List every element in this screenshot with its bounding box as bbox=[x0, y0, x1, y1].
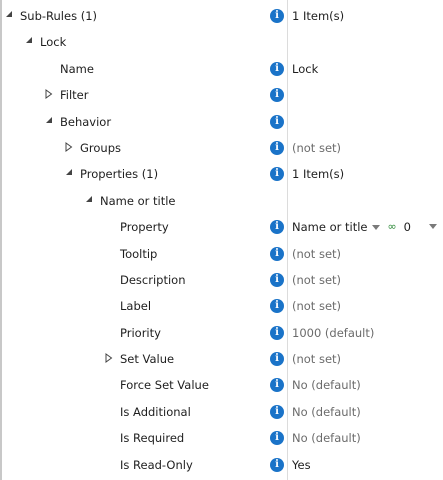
row-name-or-title[interactable]: Name or title bbox=[0, 188, 443, 214]
row-label: Properties (1) bbox=[80, 167, 159, 182]
row-value[interactable]: (not set) bbox=[292, 141, 341, 155]
info-icon[interactable]: i bbox=[270, 272, 284, 287]
row-label: Name bbox=[60, 61, 94, 76]
row-value[interactable]: Lock bbox=[292, 62, 318, 76]
row-sub-rules[interactable]: Sub-Rules (1) i 1 Item(s) bbox=[0, 3, 443, 29]
row-set-value[interactable]: Set Value i (not set) bbox=[0, 346, 443, 372]
info-icon[interactable]: i bbox=[270, 378, 284, 393]
triangle-down-icon[interactable] bbox=[85, 195, 95, 207]
info-icon[interactable]: i bbox=[270, 114, 284, 129]
row-label: Lock bbox=[40, 35, 67, 50]
row-value[interactable]: (not set) bbox=[292, 273, 341, 287]
info-icon[interactable]: i bbox=[270, 299, 284, 314]
row-value[interactable]: (not set) bbox=[292, 247, 341, 261]
info-icon[interactable]: i bbox=[270, 88, 284, 103]
row-label: Is Additional bbox=[120, 404, 191, 419]
row-behavior[interactable]: Behavior i bbox=[0, 109, 443, 135]
row-label: Filter bbox=[60, 88, 89, 103]
triangle-right-icon[interactable] bbox=[105, 353, 115, 365]
info-icon[interactable]: i bbox=[270, 325, 284, 340]
row-name[interactable]: Name i Lock bbox=[0, 56, 443, 82]
row-label: Is Required bbox=[120, 431, 185, 446]
row-description[interactable]: Description i (not set) bbox=[0, 267, 443, 293]
row-lock[interactable]: Lock bbox=[0, 29, 443, 55]
info-icon[interactable]: i bbox=[270, 404, 284, 419]
row-is-required[interactable]: Is Required i No (default) bbox=[0, 425, 443, 451]
row-label-prop[interactable]: Label i (not set) bbox=[0, 293, 443, 319]
row-value[interactable]: 1 Item(s) bbox=[292, 9, 344, 23]
triangle-right-icon[interactable] bbox=[45, 89, 55, 101]
row-label: Label bbox=[120, 299, 152, 314]
row-properties[interactable]: Properties (1) i 1 Item(s) bbox=[0, 161, 443, 187]
triangle-down-icon[interactable] bbox=[65, 168, 75, 180]
row-value[interactable]: Yes bbox=[292, 458, 311, 472]
row-value[interactable]: 1 Item(s) bbox=[292, 167, 344, 181]
row-label: Set Value bbox=[120, 352, 175, 367]
info-icon[interactable]: i bbox=[270, 140, 284, 155]
row-value[interactable]: 1000 (default) bbox=[292, 326, 374, 340]
row-groups[interactable]: Groups i (not set) bbox=[0, 135, 443, 161]
row-value[interactable]: No (default) bbox=[292, 431, 361, 445]
info-icon[interactable]: i bbox=[270, 246, 284, 261]
triangle-down-icon[interactable] bbox=[5, 10, 15, 22]
info-icon[interactable]: i bbox=[270, 220, 284, 235]
row-label: Tooltip bbox=[120, 246, 158, 261]
triangle-down-icon[interactable] bbox=[25, 36, 35, 48]
row-label: Sub-Rules (1) bbox=[20, 9, 98, 23]
property-select[interactable]: Name or title ∞ 0 bbox=[292, 218, 411, 236]
row-priority[interactable]: Priority i 1000 (default) bbox=[0, 320, 443, 346]
row-is-read-only[interactable]: Is Read-Only i Yes bbox=[0, 452, 443, 478]
row-label: Is Read-Only bbox=[120, 457, 193, 472]
row-force-set-value[interactable]: Force Set Value i No (default) bbox=[0, 372, 443, 398]
row-label: Priority bbox=[120, 325, 161, 340]
info-icon[interactable]: i bbox=[270, 352, 284, 367]
row-label: Groups bbox=[80, 140, 122, 155]
triangle-down-icon[interactable] bbox=[45, 116, 55, 128]
info-icon[interactable]: i bbox=[270, 167, 284, 182]
row-value[interactable]: No (default) bbox=[292, 405, 361, 419]
chevron-down-icon[interactable] bbox=[371, 224, 380, 230]
row-tooltip[interactable]: Tooltip i (not set) bbox=[0, 241, 443, 267]
row-value[interactable]: (not set) bbox=[292, 299, 341, 313]
property-select-value[interactable]: Name or title bbox=[292, 220, 368, 234]
row-label: Description bbox=[120, 272, 186, 287]
row-filter[interactable]: Filter i bbox=[0, 82, 443, 108]
link-icon[interactable]: ∞ bbox=[388, 220, 397, 234]
info-icon[interactable]: i bbox=[270, 9, 284, 23]
info-icon[interactable]: i bbox=[270, 61, 284, 76]
row-label: Property bbox=[120, 220, 169, 235]
row-label: Name or title bbox=[100, 193, 176, 208]
row-label: Behavior bbox=[60, 114, 112, 129]
info-icon[interactable]: i bbox=[270, 457, 284, 472]
row-value[interactable]: No (default) bbox=[292, 378, 361, 392]
row-value[interactable]: (not set) bbox=[292, 352, 341, 366]
row-property[interactable]: Property i Name or title ∞ 0 bbox=[0, 214, 443, 240]
info-icon[interactable]: i bbox=[270, 431, 284, 446]
property-grid: Sub-Rules (1) i 1 Item(s) Lock Name i Lo… bbox=[0, 3, 443, 478]
row-is-additional[interactable]: Is Additional i No (default) bbox=[0, 399, 443, 425]
property-extra-value[interactable]: 0 bbox=[404, 220, 411, 234]
chevron-down-icon[interactable] bbox=[429, 224, 437, 230]
row-label: Force Set Value bbox=[120, 378, 209, 393]
triangle-right-icon[interactable] bbox=[65, 141, 75, 154]
